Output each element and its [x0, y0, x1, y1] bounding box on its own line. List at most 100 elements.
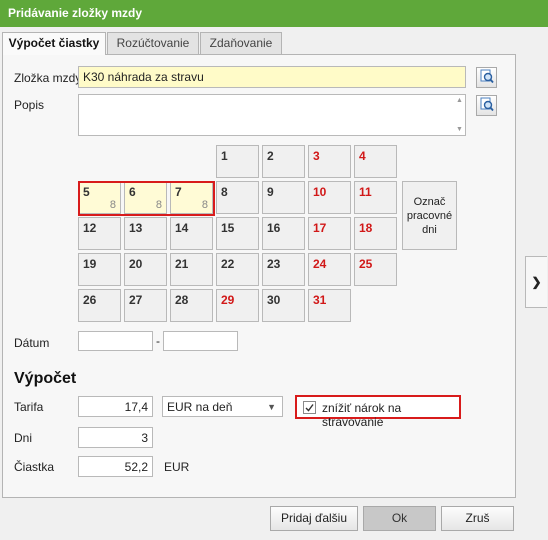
calendar-day-26[interactable]: 26 — [78, 289, 121, 322]
calendar-day-number: 3 — [313, 149, 320, 163]
calendar-day-7[interactable]: 78 — [170, 181, 213, 214]
unit-select[interactable]: EUR na deň ▼ — [162, 396, 283, 417]
calendar-day-28[interactable]: 28 — [170, 289, 213, 322]
calendar-day-number: 16 — [267, 221, 281, 235]
calendar-day-23[interactable]: 23 — [262, 253, 305, 286]
reduce-meal-checkbox-group[interactable]: znížiť nárok na stravovanie — [295, 395, 461, 429]
calendar-day-number: 5 — [83, 185, 90, 199]
calendar-day-9[interactable]: 9 — [262, 181, 305, 214]
amount-currency: EUR — [164, 460, 190, 474]
scroll-down-icon[interactable]: ▼ — [455, 125, 464, 134]
search-icon — [479, 97, 494, 115]
calendar-day-19[interactable]: 19 — [78, 253, 121, 286]
tab-rozuctovanie[interactable]: Rozúčtovanie — [107, 32, 199, 54]
date-separator: - — [156, 334, 160, 348]
calendar-day-16[interactable]: 16 — [262, 217, 305, 250]
calendar-day-8[interactable]: 8 — [216, 181, 259, 214]
calendar-day-11[interactable]: 11 — [354, 181, 397, 214]
calendar-day-29[interactable]: 29 — [216, 289, 259, 322]
calendar-day-21[interactable]: 21 — [170, 253, 213, 286]
chevron-down-icon: ▼ — [267, 402, 276, 412]
calendar-day-number: 7 — [175, 185, 182, 199]
calendar-day-24[interactable]: 24 — [308, 253, 351, 286]
calendar-day-number: 11 — [359, 185, 372, 199]
ok-button[interactable]: Ok — [363, 506, 436, 531]
calendar-day-number: 28 — [175, 293, 189, 307]
calendar-day-number: 26 — [83, 293, 97, 307]
cancel-button[interactable]: Zruš — [441, 506, 514, 531]
days-field[interactable]: 3 — [78, 427, 153, 448]
calendar-day-number: 6 — [129, 185, 136, 199]
description-field[interactable]: ▲ ▼ — [78, 94, 466, 136]
calendar-day-17[interactable]: 17 — [308, 217, 351, 250]
calendar-day-22[interactable]: 22 — [216, 253, 259, 286]
description-label: Popis — [14, 98, 45, 112]
calendar-day-number: 24 — [313, 257, 327, 271]
calendar-day-number: 19 — [83, 257, 97, 271]
unit-select-value: EUR na deň — [167, 400, 233, 414]
calendar-day-number: 9 — [267, 185, 274, 199]
chevron-right-icon: ❯ — [531, 275, 542, 289]
calendar-day-number: 23 — [267, 257, 281, 271]
calendar-day-5[interactable]: 58 — [78, 181, 121, 214]
calendar-day-12[interactable]: 12 — [78, 217, 121, 250]
add-next-button[interactable]: Pridaj ďalšiu — [270, 506, 358, 531]
expand-panel-button[interactable]: ❯ — [525, 256, 547, 308]
calendar-day-1[interactable]: 1 — [216, 145, 259, 178]
calendar-day-number: 18 — [359, 221, 373, 235]
mark-working-days-button[interactable]: Označ pracovné dni — [402, 181, 457, 250]
date-from-field[interactable] — [78, 331, 153, 351]
scroll-up-icon[interactable]: ▲ — [455, 96, 464, 105]
calendar-day-number: 27 — [129, 293, 143, 307]
calendar-day-number: 31 — [313, 293, 327, 307]
calendar-day-number: 21 — [175, 257, 189, 271]
amount-label: Čiastka — [14, 460, 55, 474]
days-label: Dni — [14, 431, 33, 445]
calendar-day-number: 12 — [83, 221, 97, 235]
calendar-day-number: 22 — [221, 257, 235, 271]
calendar-day-number: 2 — [267, 149, 274, 163]
calendar-day-10[interactable]: 10 — [308, 181, 351, 214]
calendar-day-number: 17 — [313, 221, 327, 235]
calendar-day-number: 20 — [129, 257, 143, 271]
calendar-day-15[interactable]: 15 — [216, 217, 259, 250]
calendar-day-6[interactable]: 68 — [124, 181, 167, 214]
calendar-day-number: 25 — [359, 257, 373, 271]
calendar-day-3[interactable]: 3 — [308, 145, 351, 178]
component-field[interactable]: K30 náhrada za stravu — [78, 66, 466, 88]
calendar-day-number: 8 — [221, 185, 228, 199]
calendar-day-2[interactable]: 2 — [262, 145, 305, 178]
calendar-day-27[interactable]: 27 — [124, 289, 167, 322]
tab-vypocet-ciastky[interactable]: Výpočet čiastky — [2, 32, 106, 55]
calendar-day-31[interactable]: 31 — [308, 289, 351, 322]
calendar-day-25[interactable]: 25 — [354, 253, 397, 286]
rate-field[interactable]: 17,4 — [78, 396, 153, 417]
calendar-day-14[interactable]: 14 — [170, 217, 213, 250]
reduce-meal-label: znížiť nárok na stravovanie — [322, 401, 402, 429]
calendar-day-18[interactable]: 18 — [354, 217, 397, 250]
calendar-day-4[interactable]: 4 — [354, 145, 397, 178]
calendar-day-30[interactable]: 30 — [262, 289, 305, 322]
calendar-day-number: 13 — [129, 221, 143, 235]
calendar-day-20[interactable]: 20 — [124, 253, 167, 286]
calc-section-title: Výpočet — [14, 370, 77, 387]
tab-zdanovanie[interactable]: Zdaňovanie — [200, 32, 282, 54]
calendar-day-number: 30 — [267, 293, 281, 307]
calendar-day-hours: 8 — [109, 199, 116, 211]
calendar-day-13[interactable]: 13 — [124, 217, 167, 250]
search-icon — [479, 69, 494, 87]
component-lookup-button[interactable] — [476, 67, 497, 88]
date-to-field[interactable] — [163, 331, 238, 351]
date-label: Dátum — [14, 336, 50, 350]
checkmark-icon — [305, 404, 314, 412]
calendar-day-hours: 8 — [155, 199, 162, 211]
window-title: Pridávanie zložky mzdy — [0, 0, 548, 27]
component-label: Zložka mzdy — [14, 71, 82, 85]
calendar-day-number: 15 — [221, 221, 235, 235]
amount-field[interactable]: 52,2 — [78, 456, 153, 477]
reduce-meal-checkbox[interactable] — [303, 401, 316, 414]
description-lookup-button[interactable] — [476, 95, 497, 116]
calendar-day-number: 4 — [359, 149, 366, 163]
calendar-day-number: 14 — [175, 221, 189, 235]
rate-label: Tarifa — [14, 400, 44, 414]
